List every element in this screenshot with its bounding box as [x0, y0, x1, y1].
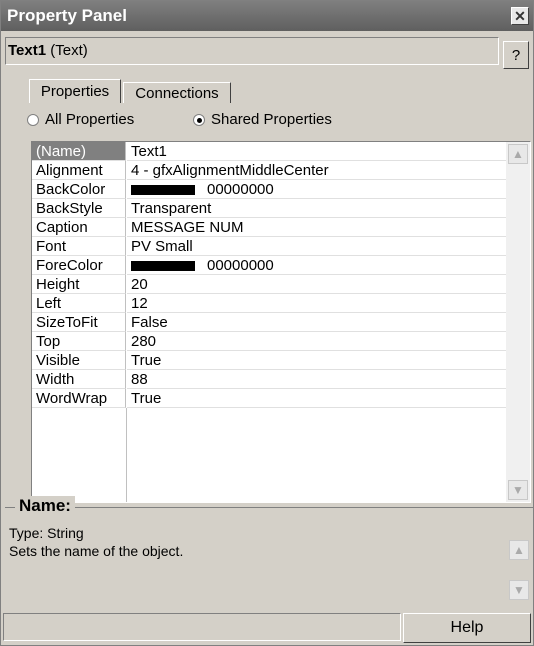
- scroll-up-icon[interactable]: ▲: [508, 144, 528, 164]
- radio-shared-properties[interactable]: Shared Properties: [193, 111, 332, 129]
- scroll-up-icon[interactable]: ▲: [509, 540, 529, 560]
- property-name: Caption: [32, 218, 126, 237]
- scroll-down-icon[interactable]: ▼: [508, 480, 528, 500]
- property-row-name[interactable]: (Name) Text1: [32, 142, 506, 161]
- window-title: Property Panel: [7, 6, 127, 25]
- property-row-forecolor[interactable]: ForeColor 00000000: [32, 256, 506, 275]
- property-name: Top: [32, 332, 126, 351]
- property-row-caption[interactable]: Caption MESSAGE NUM: [32, 218, 506, 237]
- description-body: Sets the name of the object.: [9, 543, 184, 559]
- property-value[interactable]: 280: [127, 332, 506, 351]
- radio-selected-icon: [193, 114, 205, 127]
- radio-label: Shared Properties: [211, 111, 332, 128]
- grid-scrollbar[interactable]: ▲ ▼: [506, 142, 530, 502]
- radio-label: All Properties: [45, 111, 135, 128]
- description-type: Type: String: [9, 525, 84, 541]
- description-heading: Name:: [15, 496, 75, 516]
- property-row-font[interactable]: Font PV Small: [32, 237, 506, 256]
- property-row-height[interactable]: Height 20: [32, 275, 506, 294]
- description-panel: Name: Type: String Sets the name of the …: [5, 496, 533, 610]
- radio-all-properties[interactable]: All Properties: [27, 111, 134, 129]
- status-bar: [3, 613, 401, 641]
- property-name: Width: [32, 370, 126, 389]
- column-divider: [126, 408, 127, 502]
- scroll-down-icon[interactable]: ▼: [509, 580, 529, 600]
- property-name: Font: [32, 237, 126, 256]
- property-name: ForeColor: [32, 256, 126, 275]
- color-swatch: [131, 185, 195, 196]
- property-name: Alignment: [32, 161, 126, 180]
- property-row-top[interactable]: Top 280: [32, 332, 506, 351]
- property-row-sizetofit[interactable]: SizeToFit False: [32, 313, 506, 332]
- property-row-alignment[interactable]: Alignment 4 - gfxAlignmentMiddleCenter: [32, 161, 506, 180]
- color-value: 00000000: [207, 257, 274, 274]
- property-value[interactable]: PV Small: [127, 237, 506, 256]
- property-name: WordWrap: [32, 389, 126, 408]
- property-row-visible[interactable]: Visible True: [32, 351, 506, 370]
- title-bar[interactable]: Property Panel ✕: [1, 1, 533, 31]
- property-value[interactable]: 20: [127, 275, 506, 294]
- object-selector[interactable]: Text1 (Text): [5, 37, 499, 65]
- property-value[interactable]: MESSAGE NUM: [127, 218, 506, 237]
- property-value[interactable]: 00000000: [127, 180, 506, 199]
- property-name: (Name): [32, 142, 126, 161]
- tab-properties[interactable]: Properties: [29, 79, 121, 103]
- property-row-left[interactable]: Left 12: [32, 294, 506, 313]
- property-row-wordwrap[interactable]: WordWrap True: [32, 389, 506, 408]
- property-value[interactable]: 12: [127, 294, 506, 313]
- description-scrollbar[interactable]: ▲ ▼: [507, 530, 531, 610]
- property-row-width[interactable]: Width 88: [32, 370, 506, 389]
- property-name: Left: [32, 294, 126, 313]
- property-name: Height: [32, 275, 126, 294]
- tab-connections[interactable]: Connections: [123, 82, 231, 103]
- property-name: SizeToFit: [32, 313, 126, 332]
- property-value[interactable]: Transparent: [127, 199, 506, 218]
- help-button[interactable]: Help: [403, 613, 531, 643]
- close-icon[interactable]: ✕: [511, 7, 529, 25]
- color-value: 00000000: [207, 181, 274, 198]
- property-name: BackStyle: [32, 199, 126, 218]
- property-value[interactable]: False: [127, 313, 506, 332]
- object-type: (Text): [50, 42, 88, 59]
- property-value[interactable]: 4 - gfxAlignmentMiddleCenter: [127, 161, 506, 180]
- property-value[interactable]: True: [127, 389, 506, 408]
- property-name: BackColor: [32, 180, 126, 199]
- property-panel-window: Property Panel ✕ Text1 (Text) ? Properti…: [0, 0, 534, 646]
- object-name: Text1: [8, 42, 47, 59]
- property-grid: (Name) Text1 Alignment 4 - gfxAlignmentM…: [31, 141, 531, 503]
- color-swatch: [131, 261, 195, 272]
- property-name: Visible: [32, 351, 126, 370]
- radio-icon: [27, 114, 39, 127]
- property-row-backstyle[interactable]: BackStyle Transparent: [32, 199, 506, 218]
- property-row-backcolor[interactable]: BackColor 00000000: [32, 180, 506, 199]
- property-value[interactable]: 88: [127, 370, 506, 389]
- property-value[interactable]: 00000000: [127, 256, 506, 275]
- property-value[interactable]: Text1: [127, 142, 506, 161]
- context-help-button[interactable]: ?: [503, 41, 529, 69]
- property-value[interactable]: True: [127, 351, 506, 370]
- description-text: Type: String Sets the name of the object…: [9, 524, 183, 560]
